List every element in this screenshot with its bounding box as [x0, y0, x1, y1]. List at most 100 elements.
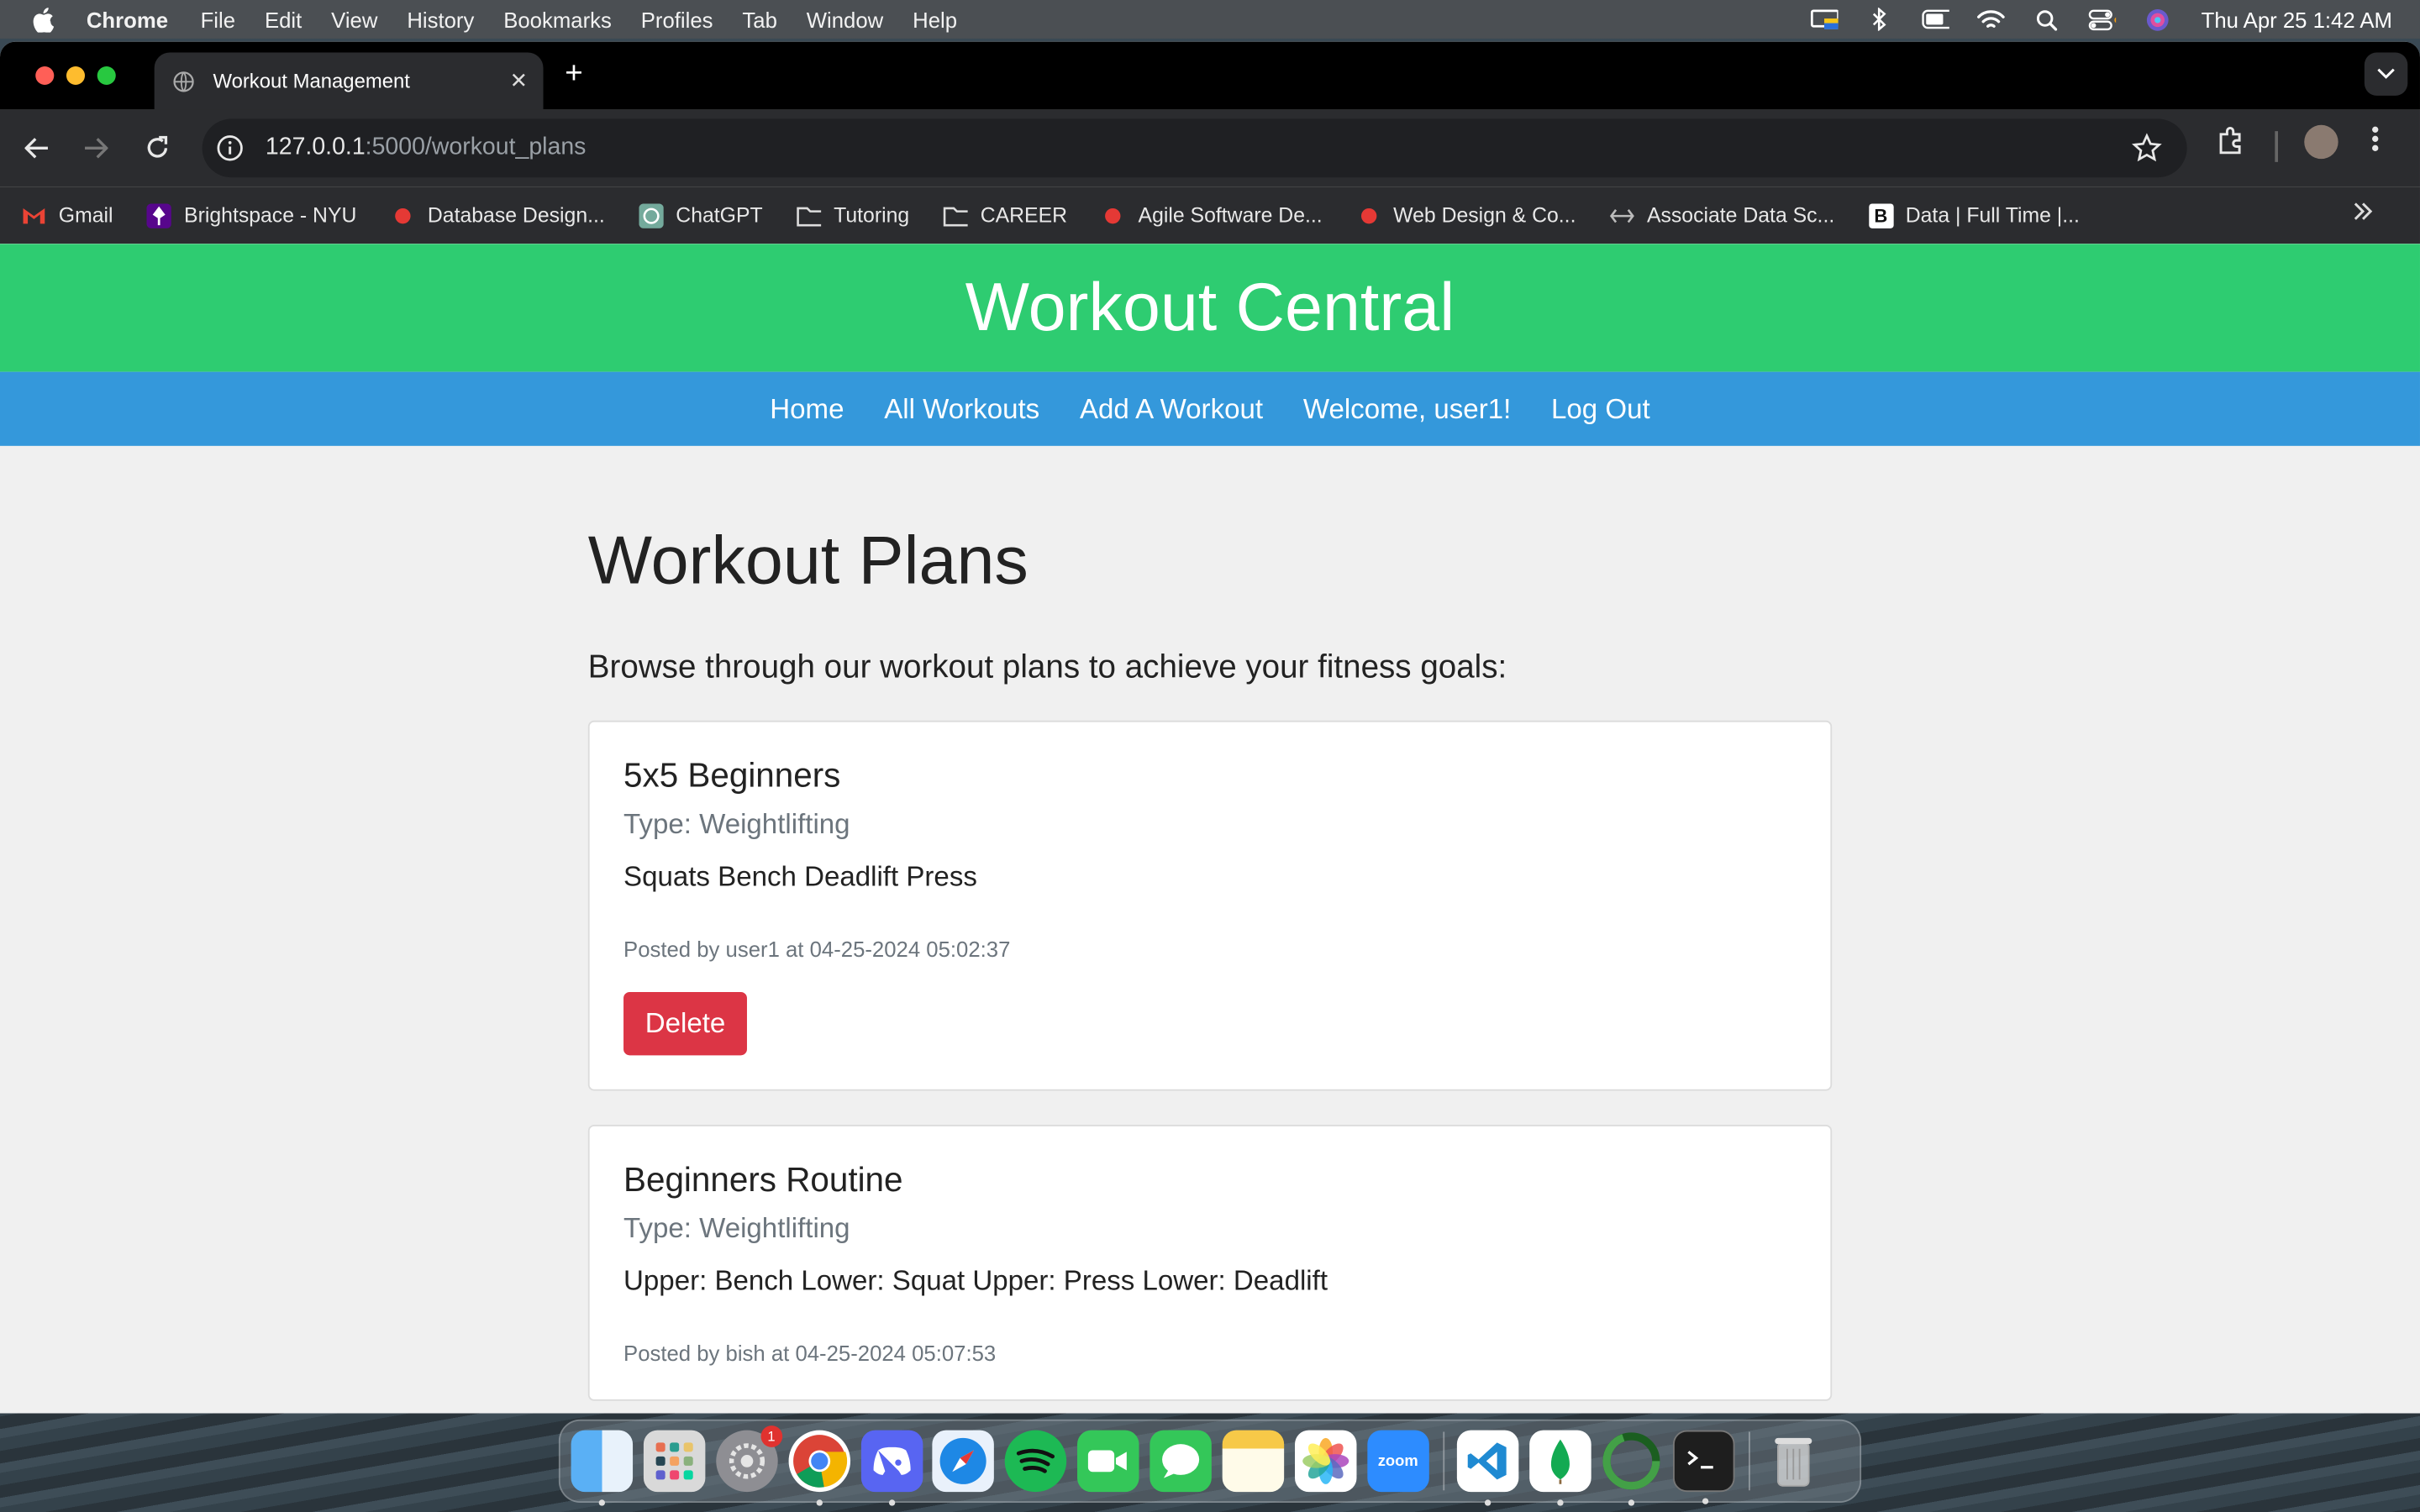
- menu-edit[interactable]: Edit: [265, 7, 302, 31]
- dock-separator: [1749, 1431, 1751, 1491]
- bookmark-brightspace[interactable]: Brightspace - NYU: [146, 202, 357, 228]
- more-bookmarks-icon[interactable]: [2352, 202, 2374, 226]
- bookmark-label: Data | Full Time |...: [1905, 203, 2080, 227]
- chatgpt-icon: [639, 202, 664, 228]
- address-bar[interactable]: 127.0.0.1:5000/workout_plans: [202, 118, 2187, 178]
- plan-type: Type: Weightlifting: [623, 1212, 850, 1244]
- facetime-icon[interactable]: [1077, 1430, 1139, 1493]
- screen-mirroring-icon[interactable]: [1811, 8, 1839, 30]
- menu-window[interactable]: Window: [807, 7, 883, 31]
- spotify-icon[interactable]: [1005, 1430, 1067, 1493]
- chrome-icon[interactable]: [787, 1430, 850, 1506]
- bookmark-label: Gmail: [58, 203, 113, 227]
- menu-bookmarks[interactable]: Bookmarks: [503, 7, 612, 31]
- reload-icon[interactable]: [142, 133, 173, 164]
- plan-posted-meta: Posted by bish at 04-25-2024 05:07:53: [623, 1341, 997, 1366]
- bluetooth-icon[interactable]: [1866, 8, 1894, 31]
- plan-posted-meta: Posted by user1 at 04-25-2024 05:02:37: [623, 936, 1011, 962]
- nav-logout-link[interactable]: Log Out: [1551, 392, 1650, 425]
- menu-profiles[interactable]: Profiles: [641, 7, 713, 31]
- tab-search-button[interactable]: [2364, 52, 2408, 96]
- site-header: Workout Central: [0, 244, 2420, 372]
- bookmark-gmail[interactable]: Gmail: [22, 203, 113, 228]
- finder-icon[interactable]: [571, 1430, 634, 1506]
- dock-separator: [1442, 1431, 1444, 1491]
- b-icon: B: [1868, 202, 1894, 228]
- photos-icon[interactable]: [1294, 1430, 1357, 1493]
- brightspace-icon: [146, 202, 172, 228]
- tab-strip: Workout Management ✕ +: [0, 41, 2420, 110]
- nav-welcome-link[interactable]: Welcome, user1!: [1303, 392, 1511, 425]
- bookmark-star-icon[interactable]: [2131, 133, 2163, 171]
- nav-add-workout-link[interactable]: Add A Workout: [1080, 392, 1263, 425]
- toolbar-divider: [2275, 131, 2279, 162]
- bookmark-chatgpt[interactable]: ChatGPT: [639, 202, 763, 228]
- menu-history[interactable]: History: [407, 7, 474, 31]
- plan-name: 5x5 Beginners: [623, 755, 841, 795]
- zoom-window-button[interactable]: [97, 66, 116, 86]
- siri-icon[interactable]: [2144, 8, 2172, 30]
- delete-button[interactable]: Delete: [623, 992, 748, 1056]
- notification-badge: 1: [760, 1425, 782, 1447]
- bookmark-label: Tutoring: [834, 203, 910, 227]
- menu-file[interactable]: File: [201, 7, 235, 31]
- nav-all-workouts-link[interactable]: All Workouts: [884, 392, 1039, 425]
- spotlight-search-icon[interactable]: [2033, 8, 2060, 30]
- plan-type: Type: Weightlifting: [623, 808, 850, 840]
- messages-icon[interactable]: [1150, 1430, 1213, 1493]
- bookmark-agile-software[interactable]: Agile Software De...: [1101, 203, 1323, 228]
- forward-arrow-icon[interactable]: [81, 133, 112, 164]
- back-arrow-icon[interactable]: [22, 133, 53, 164]
- menu-bar-clock[interactable]: Thu Apr 25 1:42 AM: [2202, 7, 2392, 31]
- extensions-puzzle-icon[interactable]: [2217, 125, 2248, 156]
- bookmark-web-design[interactable]: Web Design & Co...: [1356, 203, 1576, 228]
- nav-home-link[interactable]: Home: [770, 392, 844, 425]
- browser-toolbar: 127.0.0.1:5000/workout_plans: [0, 109, 2420, 187]
- bookmark-associate-data[interactable]: Associate Data Sc...: [1610, 203, 1834, 228]
- url-path: :5000/workout_plans: [365, 134, 587, 161]
- bookmark-folder-tutoring[interactable]: Tutoring: [797, 203, 909, 228]
- bookmark-label: Database Design...: [427, 203, 605, 227]
- system-settings-icon[interactable]: 1: [715, 1425, 782, 1493]
- site-nav: Home All Workouts Add A Workout Welcome,…: [0, 371, 2420, 446]
- bookmark-database-design[interactable]: Database Design...: [391, 203, 605, 228]
- tab-title: Workout Management: [213, 69, 410, 93]
- site-info-icon[interactable]: [216, 134, 244, 162]
- notes-icon[interactable]: [1222, 1430, 1285, 1493]
- new-tab-button[interactable]: +: [565, 57, 582, 92]
- control-center-icon[interactable]: [2089, 8, 2117, 30]
- zoom-icon[interactable]: zoom: [1366, 1430, 1429, 1493]
- launchpad-icon[interactable]: [643, 1430, 706, 1493]
- wifi-icon[interactable]: [1977, 8, 2006, 30]
- plan-description: Upper: Bench Lower: Squat Upper: Press L…: [623, 1265, 1328, 1296]
- tab-workout-management[interactable]: Workout Management ✕: [154, 52, 544, 110]
- minimize-window-button[interactable]: [66, 66, 86, 86]
- trash-icon[interactable]: [1763, 1431, 1824, 1492]
- mongodb-compass-icon[interactable]: [1528, 1430, 1591, 1506]
- bookmark-label: ChatGPT: [676, 203, 763, 227]
- safari-icon[interactable]: [933, 1430, 995, 1493]
- bookmark-folder-career[interactable]: CAREER: [944, 203, 1067, 228]
- apple-menu-icon[interactable]: [31, 7, 55, 32]
- menu-help[interactable]: Help: [913, 7, 957, 31]
- menu-tab[interactable]: Tab: [742, 7, 776, 31]
- plan-description: Squats Bench Deadlift Press: [623, 860, 977, 892]
- activity-ring-icon[interactable]: [1602, 1431, 1663, 1506]
- bookmark-label: Brightspace - NYU: [184, 203, 357, 227]
- browser-window: Workout Management ✕ + 127.0.0.1:5000/wo…: [0, 41, 2420, 1414]
- terminal-icon[interactable]: [1673, 1430, 1736, 1504]
- folder-icon: [797, 203, 822, 228]
- battery-icon[interactable]: [1922, 8, 1950, 30]
- site-title: Workout Central: [965, 269, 1455, 345]
- profile-avatar[interactable]: [2304, 124, 2338, 160]
- vscode-icon[interactable]: [1456, 1430, 1518, 1506]
- plan-name: Beginners Routine: [623, 1160, 903, 1200]
- menu-view[interactable]: View: [331, 7, 377, 31]
- workout-plan-card: 5x5 Beginners Type: Weightlifting Squats…: [587, 720, 1833, 1091]
- bookmark-data-full-time[interactable]: B Data | Full Time |...: [1868, 202, 2080, 228]
- tab-close-icon[interactable]: ✕: [510, 68, 529, 94]
- discord-icon[interactable]: [860, 1430, 923, 1506]
- chrome-menu-icon[interactable]: [2370, 125, 2380, 153]
- close-window-button[interactable]: [35, 66, 55, 86]
- menu-app-name[interactable]: Chrome: [87, 7, 168, 31]
